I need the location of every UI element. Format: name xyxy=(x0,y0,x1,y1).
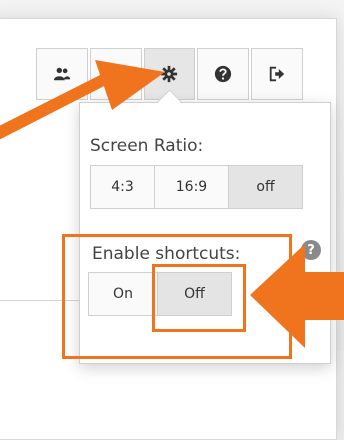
annotation-arrows xyxy=(0,60,344,348)
arrow-to-off xyxy=(250,244,344,348)
arrow-to-gear xyxy=(0,60,165,140)
